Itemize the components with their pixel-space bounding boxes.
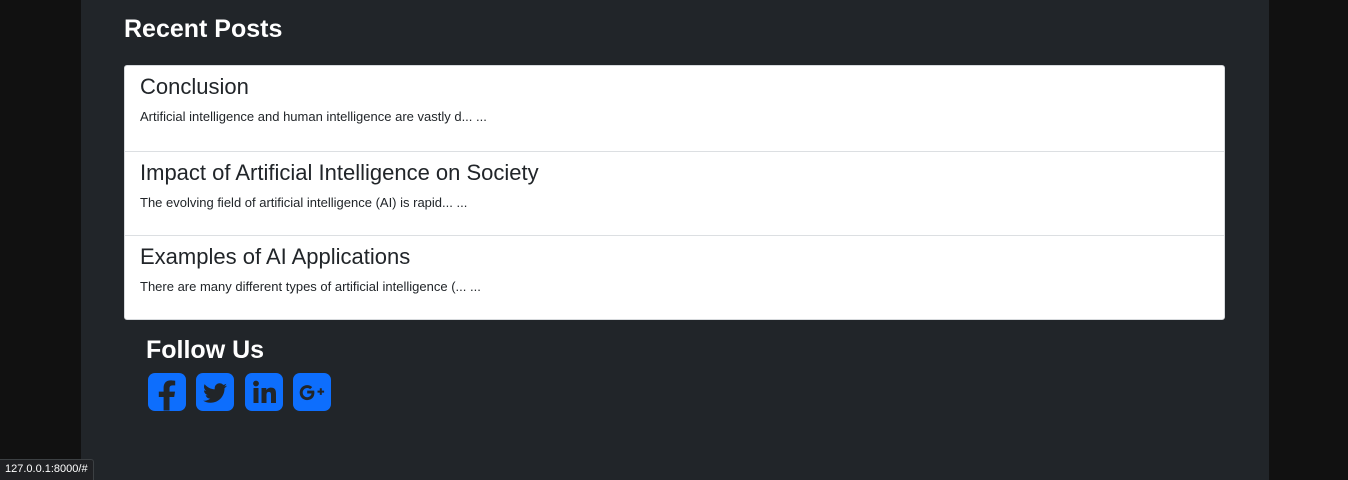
linkedin-link[interactable] xyxy=(245,373,283,411)
recent-posts-heading: Recent Posts xyxy=(124,15,283,43)
post-excerpt: There are many different types of artifi… xyxy=(140,279,481,294)
recent-posts-list: Conclusion Artificial intelligence and h… xyxy=(124,65,1225,320)
google-plus-icon xyxy=(299,385,325,401)
linkedin-icon xyxy=(253,380,276,403)
post-title[interactable]: Impact of Artificial Intelligence on Soc… xyxy=(140,159,539,187)
post-item-conclusion[interactable]: Conclusion Artificial intelligence and h… xyxy=(125,66,1224,151)
post-excerpt: The evolving field of artificial intelli… xyxy=(140,195,468,210)
post-excerpt: Artificial intelligence and human intell… xyxy=(140,109,487,124)
twitter-icon xyxy=(203,383,227,403)
google-plus-link[interactable] xyxy=(293,373,331,411)
page: Recent Posts Conclusion Artificial intel… xyxy=(0,0,1348,480)
facebook-link[interactable] xyxy=(148,373,186,411)
status-bar-url: 127.0.0.1:8000/# xyxy=(0,459,94,480)
post-title[interactable]: Examples of AI Applications xyxy=(140,243,410,271)
post-item-impact-of-ai[interactable]: Impact of Artificial Intelligence on Soc… xyxy=(125,151,1224,235)
facebook-icon xyxy=(158,380,176,411)
post-title[interactable]: Conclusion xyxy=(140,73,249,101)
follow-us-heading: Follow Us xyxy=(146,336,265,364)
twitter-link[interactable] xyxy=(196,373,234,411)
post-item-ai-applications[interactable]: Examples of AI Applications There are ma… xyxy=(125,235,1224,320)
